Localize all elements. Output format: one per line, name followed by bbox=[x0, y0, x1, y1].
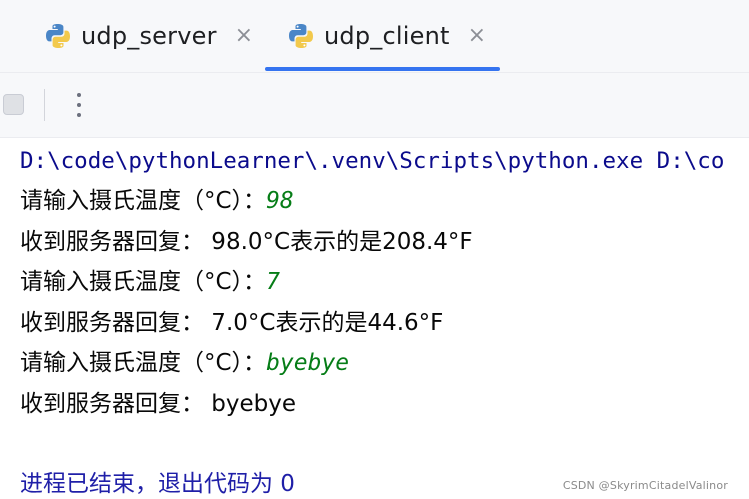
reply-value: 98.0°C表示的是208.4°F bbox=[204, 229, 473, 255]
exit-message: 进程已结束，退出代码为 0 bbox=[20, 471, 295, 497]
console-exit-line: 进程已结束，退出代码为 0 bbox=[20, 469, 295, 499]
run-toolbar bbox=[0, 73, 749, 138]
editor-tab-bar: udp_server × udp_client × bbox=[0, 0, 749, 73]
reply-value: byebye bbox=[204, 391, 297, 417]
reply-value: 7.0°C表示的是44.6°F bbox=[204, 310, 444, 336]
user-input-value: 7 bbox=[266, 269, 280, 295]
reply-label: 收到服务器回复： bbox=[20, 391, 204, 417]
reply-label: 收到服务器回复： bbox=[20, 229, 204, 255]
python-icon bbox=[287, 22, 315, 50]
console-command-line: D:\code\pythonLearner\.venv\Scripts\pyth… bbox=[20, 148, 725, 174]
reply-label: 收到服务器回复： bbox=[20, 310, 204, 336]
console-prompt-line: 请输入摄氏温度（°C）：98 bbox=[20, 186, 294, 216]
console-prompt-line: 请输入摄氏温度（°C）：byebye bbox=[20, 348, 349, 378]
prompt-label: 请输入摄氏温度（°C）： bbox=[20, 188, 267, 214]
tab-udp-server[interactable]: udp_server × bbox=[44, 0, 253, 72]
active-tab-indicator bbox=[265, 67, 500, 71]
toolbar-divider bbox=[44, 89, 45, 121]
close-icon[interactable]: × bbox=[468, 25, 486, 47]
tab-label: udp_client bbox=[324, 22, 450, 50]
close-icon[interactable]: × bbox=[235, 25, 253, 47]
console-reply-line: 收到服务器回复： byebye bbox=[20, 389, 296, 419]
console-reply-line: 收到服务器回复： 98.0°C表示的是208.4°F bbox=[20, 227, 473, 257]
tab-label: udp_server bbox=[81, 22, 217, 50]
stop-icon[interactable] bbox=[3, 94, 24, 115]
watermark: CSDN @SkyrimCitadelValinor bbox=[562, 479, 728, 492]
tab-udp-client[interactable]: udp_client × bbox=[287, 0, 486, 72]
console-prompt-line: 请输入摄氏温度（°C）：7 bbox=[20, 267, 280, 297]
user-input-value: 98 bbox=[266, 188, 294, 214]
prompt-label: 请输入摄氏温度（°C）： bbox=[20, 350, 267, 376]
user-input-value: byebye bbox=[266, 350, 350, 376]
prompt-label: 请输入摄氏温度（°C）： bbox=[20, 269, 267, 295]
more-options-icon[interactable] bbox=[72, 91, 86, 119]
console-reply-line: 收到服务器回复： 7.0°C表示的是44.6°F bbox=[20, 308, 443, 338]
console-output[interactable]: D:\code\pythonLearner\.venv\Scripts\pyth… bbox=[0, 138, 749, 499]
python-icon bbox=[44, 22, 72, 50]
